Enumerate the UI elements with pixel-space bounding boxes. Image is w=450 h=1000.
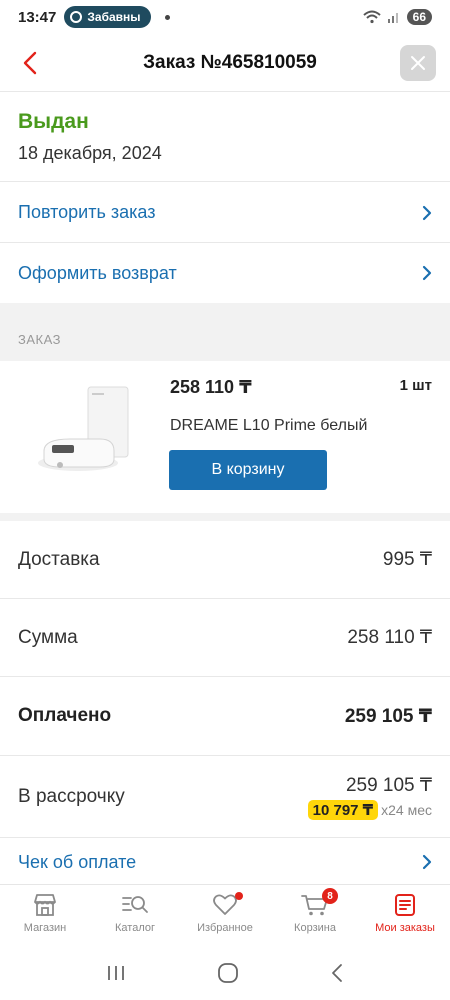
sum-row: Сумма 258 110 ₸ xyxy=(0,599,450,677)
chevron-right-icon xyxy=(422,205,432,220)
nav-catalog[interactable]: Каталог xyxy=(90,885,180,946)
system-navigation xyxy=(0,946,450,1000)
nav-catalog-label: Каталог xyxy=(115,922,155,934)
order-section-header: ЗАКАЗ xyxy=(0,303,450,361)
status-right: 66 xyxy=(362,9,432,25)
bottom-navigation: Магазин Каталог Избранное 8 Корзина Мои … xyxy=(0,884,450,946)
nav-shop[interactable]: Магазин xyxy=(0,885,90,946)
orders-icon xyxy=(395,894,415,916)
chevron-right-icon xyxy=(422,265,432,281)
installment-value: 259 105 ₸ xyxy=(345,775,432,796)
close-button[interactable] xyxy=(400,44,436,81)
product-card: 258 110 ₸ 1 шт DREAME L10 Prime белый В … xyxy=(0,361,450,513)
section-label: ЗАКАЗ xyxy=(18,332,61,347)
page-header: Заказ №465810059 xyxy=(0,34,450,92)
section-divider xyxy=(0,513,450,521)
paid-value: 259 105 ₸ xyxy=(344,705,432,727)
back-nav-icon[interactable] xyxy=(330,963,344,983)
nav-favorites[interactable]: Избранное xyxy=(180,885,270,946)
battery-indicator: 66 xyxy=(406,9,432,25)
monthly-payment-badge: 10 797 ₸ xyxy=(307,800,379,820)
order-date: 18 декабря, 2024 xyxy=(18,143,162,163)
nav-my-orders[interactable]: Мои заказы xyxy=(360,885,450,946)
recent-apps-icon[interactable] xyxy=(106,964,126,982)
delivery-value: 995 ₸ xyxy=(382,549,432,570)
nav-my-orders-label: Мои заказы xyxy=(375,922,435,934)
product-quantity: 1 шт xyxy=(399,377,432,394)
status-bar: 13:47 Забавны 66 xyxy=(0,0,450,34)
chevron-left-icon xyxy=(23,51,37,74)
home-icon[interactable] xyxy=(217,962,239,984)
product-price: 258 110 ₸ xyxy=(170,377,252,397)
return-order-label: Оформить возврат xyxy=(18,262,177,283)
sound-icon xyxy=(70,11,83,23)
product-image[interactable] xyxy=(30,381,140,481)
nav-favorites-label: Избранное xyxy=(197,922,253,934)
media-pill-label: Забавны xyxy=(87,10,141,24)
back-button[interactable] xyxy=(0,34,60,92)
sum-label: Сумма xyxy=(18,626,78,648)
close-icon xyxy=(411,55,425,70)
repeat-order-label: Повторить заказ xyxy=(18,202,156,222)
nav-cart-label: Корзина xyxy=(294,922,336,934)
nav-shop-label: Магазин xyxy=(23,922,67,934)
return-order-row[interactable]: Оформить возврат xyxy=(0,243,450,303)
shop-icon xyxy=(34,894,56,916)
chevron-right-icon xyxy=(422,854,432,870)
product-name[interactable]: DREAME L10 Prime белый xyxy=(170,417,367,435)
payment-receipt-row[interactable]: Чек об оплате xyxy=(0,838,450,886)
repeat-order-row[interactable]: Повторить заказ xyxy=(0,183,450,243)
delivery-row: Доставка 995 ₸ xyxy=(0,521,450,599)
sum-value: 258 110 ₸ xyxy=(347,627,432,648)
page-title: Заказ №465810059 xyxy=(143,51,317,73)
favorites-badge-dot xyxy=(234,892,243,900)
installment-monthly: 10 797 ₸ x24 мес xyxy=(307,800,432,820)
delivery-label: Доставка xyxy=(18,548,100,570)
wifi-icon xyxy=(362,10,381,24)
status-time: 13:47 xyxy=(18,8,57,26)
order-status: Выдан xyxy=(18,110,89,133)
paid-label: Оплачено xyxy=(18,705,112,726)
nav-cart[interactable]: 8 Корзина xyxy=(270,885,360,946)
notification-dot-icon xyxy=(164,14,170,20)
installment-row: В рассрочку 259 105 ₸ 10 797 ₸ x24 мес xyxy=(0,756,450,838)
media-pill[interactable]: Забавны xyxy=(64,6,151,28)
paid-row: Оплачено 259 105 ₸ xyxy=(0,677,450,756)
catalog-search-icon xyxy=(122,896,148,913)
installment-term: x24 мес xyxy=(381,802,432,818)
installment-label: В рассрочку xyxy=(18,786,125,807)
receipt-label: Чек об оплате xyxy=(18,851,137,872)
add-to-cart-button[interactable]: В корзину xyxy=(169,450,327,490)
cart-badge: 8 xyxy=(322,888,338,904)
order-status-block: Выдан 18 декабря, 2024 xyxy=(0,92,450,182)
signal-icon xyxy=(387,13,398,23)
